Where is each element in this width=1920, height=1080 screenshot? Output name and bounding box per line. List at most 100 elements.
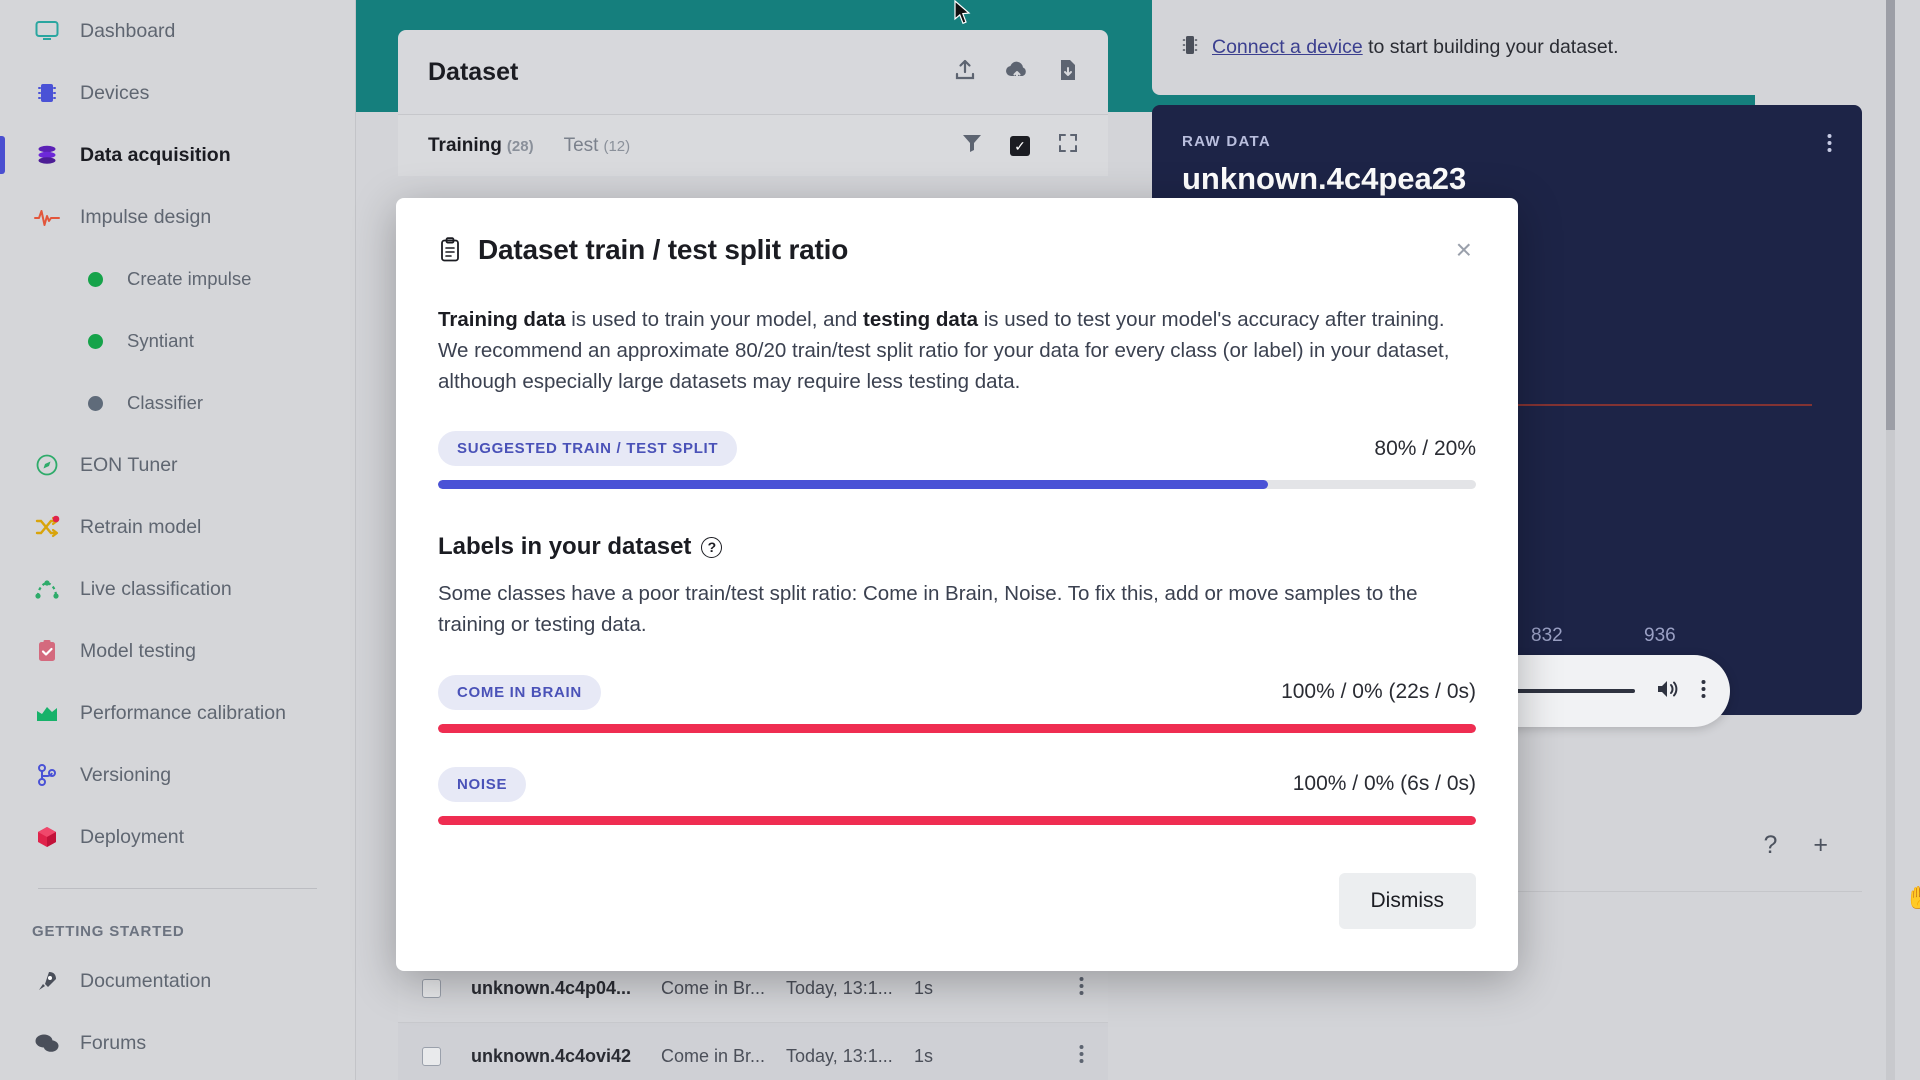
sidebar-item-forums[interactable]: Forums (0, 1012, 355, 1074)
row-sample-name: unknown.4c4ovi42 (471, 1046, 632, 1066)
clipboard-check-icon (32, 638, 62, 664)
labels-note: Some classes have a poor train/test spli… (438, 582, 1418, 637)
row-kebab-menu-icon[interactable] (1079, 1044, 1084, 1069)
close-icon[interactable]: × (1452, 236, 1476, 264)
label-bar-come-in-brain: COME IN BRAIN 100% / 0% (22s / 0s) (438, 674, 1476, 733)
sidebar-item-label: Deployment (80, 825, 185, 848)
connect-a-device-link[interactable]: Connect a device (1212, 36, 1363, 58)
filter-icon[interactable] (962, 133, 982, 158)
label-bar-fill (438, 723, 1476, 733)
train-test-split-modal: Dataset train / test split ratio × Train… (396, 198, 1518, 971)
volume-icon[interactable] (1655, 678, 1681, 705)
tab-test-label: Test (563, 134, 599, 156)
connect-banner-rest: to start building your dataset. (1362, 36, 1619, 58)
sidebar-item-label: Devices (80, 81, 150, 104)
row-length: 1s (914, 1046, 934, 1066)
connect-device-banner: Connect a device to start building your … (1152, 0, 1862, 95)
modal-desc-bold-testing: testing data (863, 308, 979, 331)
row-date: Today, 13:1... (786, 978, 893, 998)
sidebar-item-label: EON Tuner (80, 453, 178, 476)
compass-icon (32, 452, 62, 478)
question-icon[interactable]: ? (1763, 831, 1777, 860)
status-dot-icon (88, 333, 103, 349)
sidebar-item-retrain-model[interactable]: Retrain model (0, 496, 355, 558)
raw-data-sample-name: unknown.4c4pea23 (1182, 161, 1467, 197)
shuffle-icon (32, 514, 62, 540)
expand-icon[interactable] (1058, 133, 1078, 158)
sidebar-section-getting-started: GETTING STARTED (32, 923, 185, 940)
clipboard-icon (438, 237, 462, 263)
sidebar-item-versioning[interactable]: Versioning (0, 744, 355, 806)
row-date: Today, 13:1... (786, 1046, 893, 1066)
suggested-split-bar-track (438, 480, 1476, 490)
sidebar-subitem-classifier[interactable]: Classifier (0, 372, 355, 434)
select-all-checkbox[interactable]: ✓ (1010, 135, 1030, 156)
label-bar-track (438, 723, 1476, 733)
raw-data-kicker: RAW DATA (1182, 133, 1271, 150)
dataset-panel-actions (954, 58, 1078, 87)
sidebar-item-label: Impulse design (80, 205, 212, 228)
dismiss-button[interactable]: Dismiss (1338, 873, 1476, 929)
question-circle-icon[interactable]: ? (701, 536, 723, 558)
sidebar-subitem-syntiant[interactable]: Syntiant (0, 310, 355, 372)
modal-desc-bold-training: Training data (438, 308, 566, 331)
sidebar-subitem-label: Create impulse (127, 268, 252, 289)
monitor-icon (32, 18, 62, 44)
sidebar-item-eon-tuner[interactable]: EON Tuner (0, 434, 355, 496)
sidebar-item-live-classification[interactable]: Live classification (0, 558, 355, 620)
pulse-icon (32, 204, 62, 230)
sidebar-item-devices[interactable]: Devices (0, 62, 355, 124)
sidebar-item-performance-calibration[interactable]: Performance calibration (0, 682, 355, 744)
dataset-panel-header: Dataset (398, 30, 1108, 114)
sidebar-item-label: Data acquisition (80, 143, 231, 166)
labels-heading-row: Labels in your dataset ? (438, 533, 1476, 561)
tab-training-count: (28) (506, 137, 534, 155)
label-bar-fill (438, 815, 1476, 825)
sidebar-item-label: Live classification (80, 577, 232, 600)
sidebar-item-label: Retrain model (80, 515, 202, 538)
sidebar-subitem-label: Classifier (127, 392, 204, 413)
branch-icon (32, 762, 62, 788)
kebab-menu-icon[interactable] (1827, 133, 1832, 153)
tab-test[interactable]: Test (12) (564, 135, 631, 157)
mouse-cursor (953, 0, 973, 33)
suggested-split-section: SUGGESTED TRAIN / TEST SPLIT 80% / 20% (438, 431, 1476, 490)
sidebar: Dashboard Devices Data acquisition Impul… (0, 0, 356, 1080)
sidebar-item-label: Versioning (80, 763, 172, 786)
sidebar-item-data-acquisition[interactable]: Data acquisition (0, 124, 355, 186)
upload-icon[interactable] (954, 59, 976, 86)
dataset-panel: Dataset Training (28) Test (12) ✓ (398, 30, 1108, 176)
row-checkbox[interactable] (422, 1047, 441, 1066)
sidebar-item-dashboard[interactable]: Dashboard (0, 0, 355, 62)
labels-heading: Labels in your dataset (438, 533, 692, 561)
sidebar-item-documentation[interactable]: Documentation (0, 950, 355, 1012)
sidebar-item-deployment[interactable]: Deployment (0, 806, 355, 868)
label-bar-noise: NOISE 100% / 0% (6s / 0s) (438, 766, 1476, 825)
cloud-upload-icon[interactable] (1004, 59, 1030, 86)
plus-icon[interactable]: + (1813, 831, 1828, 860)
file-download-icon[interactable] (1058, 58, 1078, 87)
dataset-panel-title: Dataset (428, 57, 519, 86)
status-dot-icon (88, 395, 103, 411)
sidebar-subitem-create-impulse[interactable]: Create impulse (0, 248, 355, 310)
chip-icon (1182, 34, 1198, 62)
bar-chart-icon (32, 700, 62, 726)
dataset-tabs: Training (28) Test (12) ✓ (398, 114, 1108, 176)
row-checkbox[interactable] (422, 979, 441, 998)
kebab-menu-icon[interactable] (1701, 679, 1706, 704)
graph-icon (32, 576, 62, 602)
tab-training-label: Training (428, 134, 502, 156)
label-split-value: 100% / 0% (22s / 0s) (1281, 680, 1476, 704)
axis-tick: 832 (1531, 625, 1563, 646)
row-length: 1s (914, 978, 934, 998)
database-icon (32, 142, 62, 168)
sidebar-item-label: Dashboard (80, 19, 176, 42)
sidebar-item-impulse-design[interactable]: Impulse design (0, 186, 355, 248)
page-scrollbar-thumb[interactable] (1886, 0, 1895, 430)
row-kebab-menu-icon[interactable] (1079, 976, 1084, 1001)
chip-icon (32, 80, 62, 106)
modal-title: Dataset train / test split ratio (478, 234, 849, 265)
sidebar-item-model-testing[interactable]: Model testing (0, 620, 355, 682)
table-row[interactable]: unknown.4c4ovi42 Come in Br... Today, 13… (398, 1023, 1108, 1080)
tab-training[interactable]: Training (28) (428, 135, 534, 157)
